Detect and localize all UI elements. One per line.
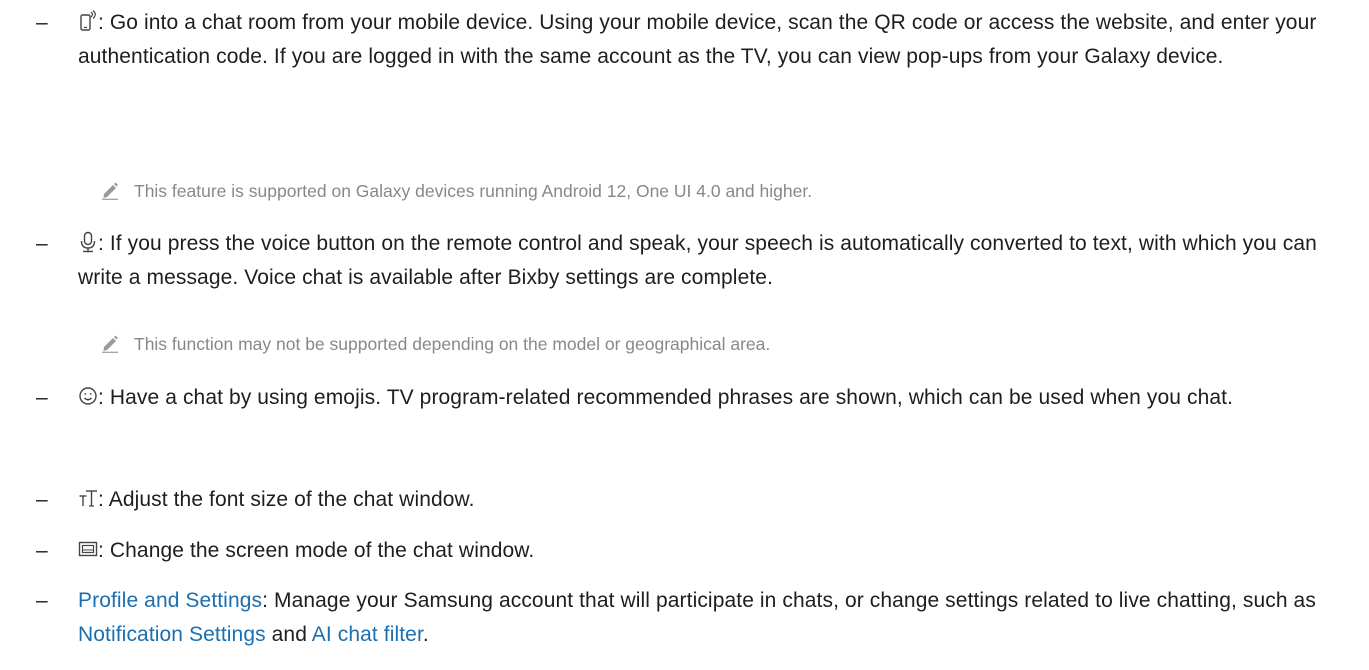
- list-item-mobile-chat: – : Go into a chat room from your mobile…: [36, 6, 1356, 74]
- list-item-text: : Adjust the font size of the chat windo…: [78, 483, 1356, 517]
- list-item-voice-chat: – : If you press the voice button on the…: [36, 227, 1356, 295]
- list-item-screen-mode: – : Change the screen mode of the chat w…: [36, 534, 1356, 568]
- mobile-connect-icon: [78, 10, 98, 32]
- font-size-icon: [78, 487, 98, 509]
- list-dash: –: [36, 386, 48, 409]
- profile-and-settings-link[interactable]: Profile and Settings: [78, 589, 262, 612]
- ai-chat-filter-link[interactable]: AI chat filter: [312, 623, 423, 646]
- pencil-note-icon: [100, 180, 120, 200]
- list-item-text: Profile and Settings: Manage your Samsun…: [78, 589, 1316, 646]
- list-item-text: : Go into a chat room from your mobile d…: [78, 10, 1317, 68]
- list-dash: –: [36, 539, 48, 562]
- list-item-text: : Have a chat by using emojis. TV progra…: [78, 381, 1356, 415]
- list-dash: –: [36, 232, 48, 255]
- list-dash: –: [36, 589, 48, 612]
- list-dash: –: [36, 11, 48, 34]
- list-item-text: : Change the screen mode of the chat win…: [78, 534, 1356, 568]
- manual-page: – : Go into a chat room from your mobile…: [0, 0, 1369, 670]
- note-galaxy-support: This feature is supported on Galaxy devi…: [100, 178, 1300, 204]
- pencil-note-icon: [100, 333, 120, 353]
- microphone-icon: [78, 231, 98, 253]
- list-item-text: : If you press the voice button on the r…: [78, 231, 1317, 289]
- list-item-emoji-chat: – : Have a chat by using emojis. TV prog…: [36, 381, 1356, 415]
- screen-mode-icon: [78, 538, 98, 560]
- note-model-support: This function may not be supported depen…: [100, 331, 1300, 357]
- list-dash: –: [36, 488, 48, 511]
- notification-settings-link[interactable]: Notification Settings: [78, 623, 266, 646]
- list-item-profile-settings: – Profile and Settings: Manage your Sams…: [36, 584, 1356, 652]
- emoji-icon: [78, 385, 98, 407]
- list-item-font-size: – : Adjust the font size of the chat win…: [36, 483, 1356, 517]
